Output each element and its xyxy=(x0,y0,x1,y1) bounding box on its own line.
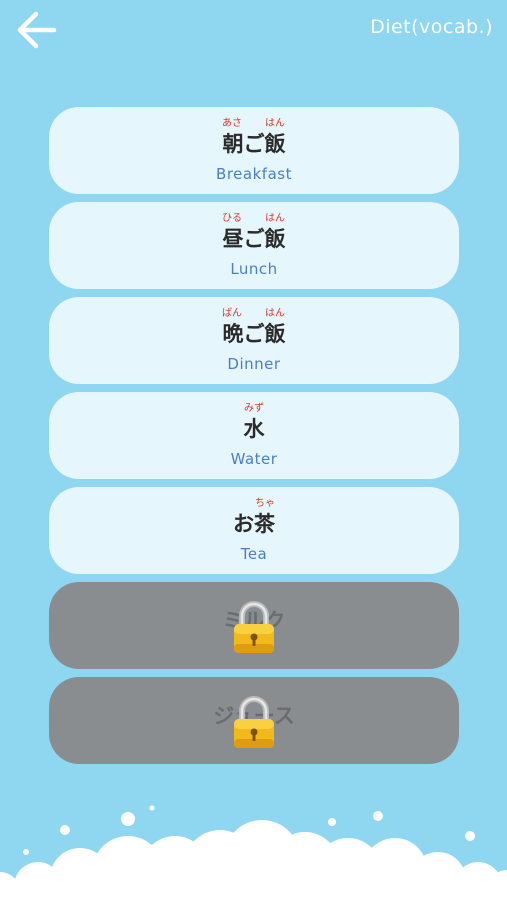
furigana: ちゃ xyxy=(255,498,275,509)
english-word: Breakfast xyxy=(216,165,292,183)
japanese-word: 朝ご飯 xyxy=(222,132,286,156)
furigana: あさ xyxy=(222,118,242,129)
japanese-word: 昼ご飯 xyxy=(222,227,286,251)
furigana: ばん xyxy=(222,308,242,319)
furigana: ひる xyxy=(222,213,242,224)
furigana-row: あさ はん xyxy=(49,118,459,130)
vocab-list: あさ はん 朝ご飯 Breakfast ひる はん 昼ご飯 Lunch ばん は… xyxy=(49,107,459,772)
padlock-icon xyxy=(234,696,274,748)
english-word: Dinner xyxy=(227,355,281,373)
vocab-card-dinner[interactable]: ばん はん 晩ご飯 Dinner xyxy=(49,297,459,384)
vocab-card-breakfast[interactable]: あさ はん 朝ご飯 Breakfast xyxy=(49,107,459,194)
furigana-row: ばん はん xyxy=(49,308,459,320)
furigana-row: みず xyxy=(49,403,459,415)
vocab-card-lunch[interactable]: ひる はん 昼ご飯 Lunch xyxy=(49,202,459,289)
english-word: Lunch xyxy=(230,260,278,278)
back-button[interactable] xyxy=(14,10,58,50)
arrow-left-icon xyxy=(17,11,57,49)
page-title: Diet(vocab.) xyxy=(370,16,493,38)
vocab-card-milk-locked[interactable]: ミルク Milk xyxy=(49,582,459,669)
japanese-word: お茶 xyxy=(233,512,275,536)
furigana: みず xyxy=(244,403,264,414)
vocab-card-tea[interactable]: ちゃ お茶 Tea xyxy=(49,487,459,574)
furigana: はん xyxy=(265,213,285,224)
furigana: はん xyxy=(265,118,285,129)
furigana-row: ひる はん xyxy=(49,213,459,225)
vocab-card-juice-locked[interactable]: ジュース Juice xyxy=(49,677,459,764)
top-bar: Diet(vocab.) xyxy=(0,0,507,60)
japanese-word: 晩ご飯 xyxy=(222,322,286,346)
furigana: はん xyxy=(265,308,285,319)
english-word: Tea xyxy=(240,545,268,563)
padlock-icon xyxy=(234,601,274,653)
cloud-decoration xyxy=(0,805,507,900)
english-word: Water xyxy=(230,450,278,468)
japanese-word: 水 xyxy=(243,417,265,441)
furigana-row: ちゃ xyxy=(49,498,459,510)
vocab-card-water[interactable]: みず 水 Water xyxy=(49,392,459,479)
